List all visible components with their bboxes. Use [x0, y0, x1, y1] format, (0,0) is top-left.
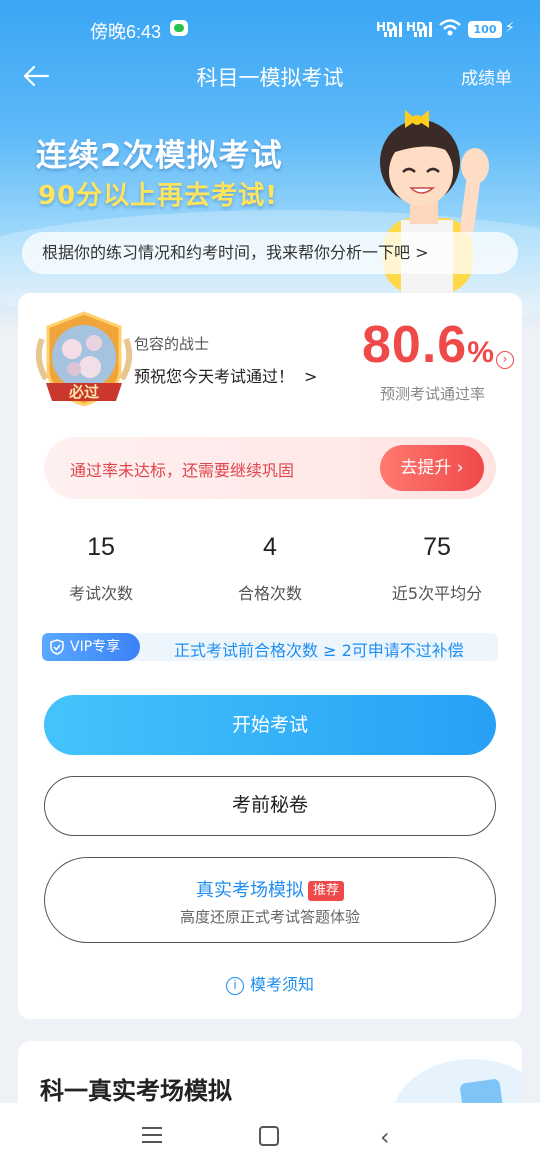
- improve-button[interactable]: 去提升 ›: [380, 445, 484, 491]
- real-exam-subtitle: 高度还原正式考试答题体验: [179, 908, 360, 926]
- signal-icon-2: [414, 21, 432, 37]
- secret-paper-button[interactable]: 考前秘卷: [44, 776, 496, 836]
- stat-value: 75: [423, 533, 451, 561]
- wifi-icon: [438, 18, 462, 43]
- chevron-right-icon: >: [304, 367, 318, 386]
- vip-badge: VIP专享: [42, 633, 140, 661]
- banner-subheadline: 90分以上再去考试!: [38, 181, 279, 211]
- exam-summary-card: 必过 包容的战士 预祝您今天考试通过！ > 80.6% › 预测考试通过率 通过率…: [18, 293, 522, 1019]
- stat-average-score: 75 近5次平均分: [362, 533, 512, 604]
- real-exam-simulation-button[interactable]: 真实考场模拟 推荐 高度还原正式考试答题体验: [44, 857, 496, 943]
- top-navbar: 科目一模拟考试 成绩单: [0, 58, 540, 94]
- system-back-icon[interactable]: ‹: [380, 1123, 390, 1151]
- pass-rate-number: 80.6: [362, 316, 468, 374]
- user-wish-link[interactable]: 预祝您今天考试通过！ >: [134, 363, 317, 387]
- info-icon: i: [225, 977, 244, 995]
- system-nav-bar: ‹: [0, 1103, 540, 1170]
- score-report-link[interactable]: 成绩单: [461, 64, 512, 89]
- warning-text: 通过率未达标，还需要继续巩固: [70, 461, 295, 480]
- signal-icon-1: [384, 21, 402, 37]
- stat-value: 4: [263, 533, 277, 561]
- pass-medal-badge: 必过: [35, 311, 133, 407]
- recommend-tag: 推荐: [307, 881, 344, 901]
- stat-label: 近5次平均分: [391, 584, 483, 603]
- analysis-prompt-bar[interactable]: 根据你的练习情况和约考时间，我来帮你分析一下吧 >: [22, 232, 518, 274]
- real-exam-title-row: 真实考场模拟 推荐: [45, 876, 495, 902]
- section-title: 科一真实考场模拟: [40, 1077, 232, 1105]
- charging-icon: ⚡: [505, 20, 515, 36]
- pass-rate-label: 预测考试通过率: [380, 385, 486, 403]
- stat-exam-count: 15 考试次数: [26, 533, 176, 604]
- exam-notice-link[interactable]: i 模考须知: [18, 971, 522, 995]
- stat-label: 合格次数: [237, 584, 302, 603]
- menu-icon[interactable]: [142, 1127, 162, 1145]
- wechat-icon: [170, 20, 188, 36]
- page-title: 科目一模拟考试: [196, 66, 344, 90]
- status-bar: 傍晚6:43 HD HD 100 ⚡: [0, 0, 540, 58]
- wish-text: 预祝您今天考试通过！: [134, 367, 295, 386]
- status-time: 傍晚6:43: [90, 22, 162, 42]
- vip-text: 正式考试前合格次数 ≥ 2可申请不过补偿: [174, 641, 464, 660]
- user-nickname: 包容的战士: [134, 335, 210, 353]
- start-exam-button[interactable]: 开始考试: [44, 695, 496, 755]
- medal-label: 必过: [68, 383, 99, 401]
- banner-headline: 连续2次模拟考试: [36, 138, 283, 174]
- vip-compensation-bar[interactable]: VIP专享 正式考试前合格次数 ≥ 2可申请不过补偿: [42, 633, 498, 661]
- stat-pass-count: 4 合格次数: [195, 533, 345, 604]
- vip-badge-label: VIP专享: [70, 639, 121, 655]
- real-exam-section-card: 科一真实考场模拟: [18, 1041, 522, 1111]
- stat-value: 15: [87, 533, 115, 561]
- pass-rate-detail-icon[interactable]: ›: [496, 351, 514, 369]
- pass-rate-unit: %: [467, 336, 495, 369]
- shield-icon: [50, 639, 64, 655]
- home-icon[interactable]: [259, 1126, 279, 1146]
- real-exam-title: 真实考场模拟: [195, 880, 304, 901]
- pass-rate-warning: 通过率未达标，还需要继续巩固 去提升 ›: [44, 437, 496, 499]
- notice-text: 模考须知: [249, 975, 314, 994]
- battery-icon: 100: [468, 21, 502, 38]
- stat-label: 考试次数: [68, 584, 133, 603]
- pass-rate-value: 80.6%: [362, 315, 495, 375]
